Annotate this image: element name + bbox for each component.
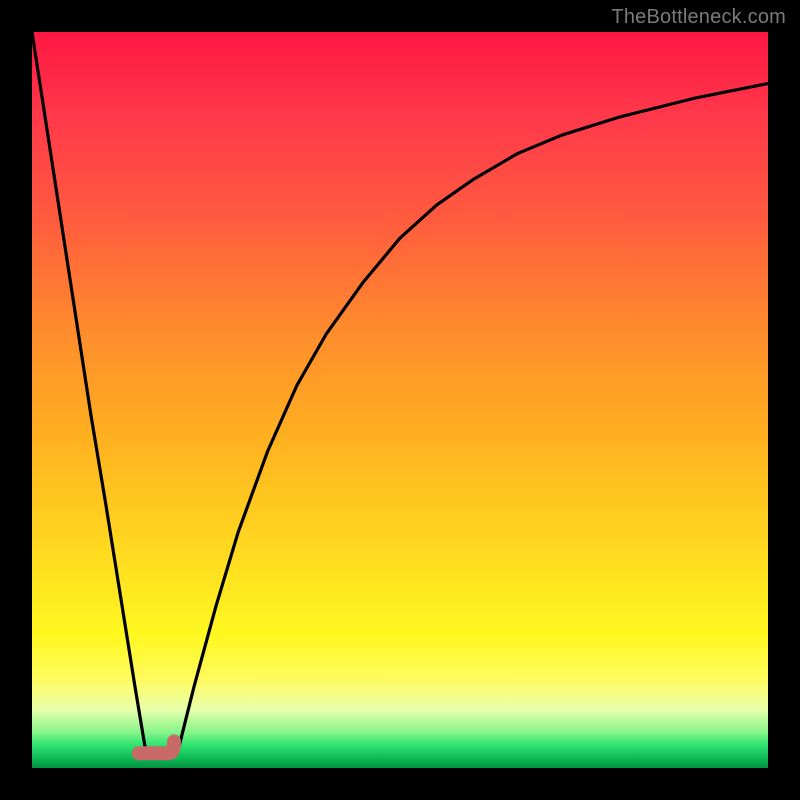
- chart-svg: [32, 32, 768, 768]
- curve-left-branch: [32, 32, 146, 753]
- watermark-text: TheBottleneck.com: [611, 6, 786, 29]
- plot-area: [32, 32, 768, 768]
- chart-frame: TheBottleneck.com: [0, 0, 800, 800]
- curve-right-branch: [179, 84, 768, 746]
